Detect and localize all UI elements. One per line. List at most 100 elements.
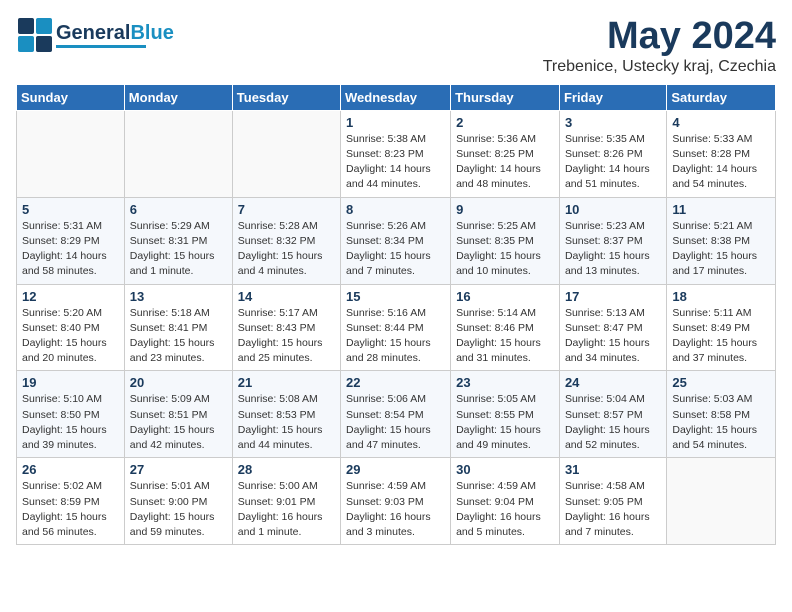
calendar-cell: 30 Sunrise: 4:59 AMSunset: 9:04 PMDayligh… — [451, 458, 560, 545]
day-info: Sunrise: 5:11 AMSunset: 8:49 PMDaylight:… — [672, 306, 770, 367]
day-number: 1 — [346, 115, 445, 130]
calendar-cell: 6Sunrise: 5:29 AMSunset: 8:31 PMDaylight… — [124, 197, 232, 284]
day-info: Sunrise: 5:28 AMSunset: 8:32 PMDaylight:… — [238, 219, 335, 280]
calendar-header-row: SundayMondayTuesdayWednesdayThursdayFrid… — [17, 84, 776, 110]
calendar-cell: 7 Sunrise: 5:28 AMSunset: 8:32 PMDaylight… — [232, 197, 340, 284]
day-info: Sunrise: 5:21 AMSunset: 8:38 PMDaylight:… — [672, 219, 770, 280]
day-info: Sunrise: 5:35 AMSunset: 8:26 PMDaylight:… — [565, 132, 661, 193]
calendar-cell: 31 Sunrise: 4:58 AMSunset: 9:05 PMDayligh… — [559, 458, 666, 545]
calendar-cell: 5 Sunrise: 5:31 AMSunset: 8:29 PMDaylight… — [17, 197, 125, 284]
day-info: Sunrise: 5:17 AMSunset: 8:43 PMDaylight:… — [238, 306, 335, 367]
day-info: Sunrise: 5:38 AMSunset: 8:23 PMDaylight:… — [346, 132, 445, 193]
day-number: 26 — [22, 462, 119, 477]
calendar-week-row: 19Sunrise: 5:10 AMSunset: 8:50 PMDayligh… — [17, 371, 776, 458]
logo-general: General — [56, 22, 130, 44]
day-number: 28 — [238, 462, 335, 477]
calendar-cell: 8 Sunrise: 5:26 AMSunset: 8:34 PMDaylight… — [341, 197, 451, 284]
day-info: Sunrise: 5:13 AMSunset: 8:47 PMDaylight:… — [565, 306, 661, 367]
logo-icon — [16, 16, 54, 54]
day-info: Sunrise: 5:23 AMSunset: 8:37 PMDaylight:… — [565, 219, 661, 280]
calendar-cell: 1 Sunrise: 5:38 AMSunset: 8:23 PMDaylight… — [341, 110, 451, 197]
day-info: Sunrise: 5:02 AMSunset: 8:59 PMDaylight:… — [22, 479, 119, 540]
day-info: Sunrise: 5:06 AMSunset: 8:54 PMDaylight:… — [346, 392, 445, 453]
day-number: 7 — [238, 202, 335, 217]
day-number: 16 — [456, 289, 554, 304]
day-info: Sunrise: 5:14 AMSunset: 8:46 PMDaylight:… — [456, 306, 554, 367]
weekday-header: Tuesday — [232, 84, 340, 110]
calendar-cell: 2Sunrise: 5:36 AMSunset: 8:25 PMDaylight… — [451, 110, 560, 197]
day-info: Sunrise: 5:33 AMSunset: 8:28 PMDaylight:… — [672, 132, 770, 193]
calendar-cell — [17, 110, 125, 197]
day-number: 31 — [565, 462, 661, 477]
day-number: 15 — [346, 289, 445, 304]
weekday-header: Saturday — [667, 84, 776, 110]
logo: GeneralBlue — [16, 16, 174, 54]
logo-blue: Blue — [130, 22, 173, 44]
calendar-cell: 11 Sunrise: 5:21 AMSunset: 8:38 PMDayligh… — [667, 197, 776, 284]
calendar-cell: 18 Sunrise: 5:11 AMSunset: 8:49 PMDayligh… — [667, 284, 776, 371]
calendar-week-row: 26 Sunrise: 5:02 AMSunset: 8:59 PMDayligh… — [17, 458, 776, 545]
calendar-week-row: 5 Sunrise: 5:31 AMSunset: 8:29 PMDaylight… — [17, 197, 776, 284]
page-header: GeneralBlue May 2024 Trebenice, Ustecky … — [16, 16, 776, 76]
day-info: Sunrise: 5:26 AMSunset: 8:34 PMDaylight:… — [346, 219, 445, 280]
calendar-cell: 24Sunrise: 5:04 AMSunset: 8:57 PMDayligh… — [559, 371, 666, 458]
calendar-cell — [667, 458, 776, 545]
day-number: 19 — [22, 375, 119, 390]
day-number: 23 — [456, 375, 554, 390]
calendar-cell: 27 Sunrise: 5:01 AMSunset: 9:00 PMDayligh… — [124, 458, 232, 545]
calendar-cell: 13 Sunrise: 5:18 AMSunset: 8:41 PMDayligh… — [124, 284, 232, 371]
day-info: Sunrise: 5:31 AMSunset: 8:29 PMDaylight:… — [22, 219, 119, 280]
day-number: 12 — [22, 289, 119, 304]
weekday-header: Monday — [124, 84, 232, 110]
calendar-week-row: 1 Sunrise: 5:38 AMSunset: 8:23 PMDaylight… — [17, 110, 776, 197]
day-info: Sunrise: 4:58 AMSunset: 9:05 PMDaylight:… — [565, 479, 661, 540]
calendar-cell: 16 Sunrise: 5:14 AMSunset: 8:46 PMDayligh… — [451, 284, 560, 371]
day-number: 20 — [130, 375, 227, 390]
calendar-cell: 12Sunrise: 5:20 AMSunset: 8:40 PMDayligh… — [17, 284, 125, 371]
day-number: 11 — [672, 202, 770, 217]
day-number: 25 — [672, 375, 770, 390]
weekday-header: Wednesday — [341, 84, 451, 110]
day-number: 21 — [238, 375, 335, 390]
calendar-cell: 4 Sunrise: 5:33 AMSunset: 8:28 PMDaylight… — [667, 110, 776, 197]
day-info: Sunrise: 5:25 AMSunset: 8:35 PMDaylight:… — [456, 219, 554, 280]
day-info: Sunrise: 5:04 AMSunset: 8:57 PMDaylight:… — [565, 392, 661, 453]
title-section: May 2024 Trebenice, Ustecky kraj, Czechi… — [543, 16, 776, 76]
calendar-cell: 21 Sunrise: 5:08 AMSunset: 8:53 PMDayligh… — [232, 371, 340, 458]
calendar-cell: 10Sunrise: 5:23 AMSunset: 8:37 PMDayligh… — [559, 197, 666, 284]
day-number: 27 — [130, 462, 227, 477]
day-number: 30 — [456, 462, 554, 477]
day-number: 14 — [238, 289, 335, 304]
calendar-cell — [124, 110, 232, 197]
calendar-cell: 22 Sunrise: 5:06 AMSunset: 8:54 PMDayligh… — [341, 371, 451, 458]
day-number: 13 — [130, 289, 227, 304]
weekday-header: Thursday — [451, 84, 560, 110]
day-info: Sunrise: 5:05 AMSunset: 8:55 PMDaylight:… — [456, 392, 554, 453]
day-number: 8 — [346, 202, 445, 217]
day-number: 5 — [22, 202, 119, 217]
calendar-cell: 17Sunrise: 5:13 AMSunset: 8:47 PMDayligh… — [559, 284, 666, 371]
day-info: Sunrise: 5:03 AMSunset: 8:58 PMDaylight:… — [672, 392, 770, 453]
calendar-cell: 20 Sunrise: 5:09 AMSunset: 8:51 PMDayligh… — [124, 371, 232, 458]
calendar-cell: 15 Sunrise: 5:16 AMSunset: 8:44 PMDayligh… — [341, 284, 451, 371]
day-info: Sunrise: 5:09 AMSunset: 8:51 PMDaylight:… — [130, 392, 227, 453]
calendar-cell: 26 Sunrise: 5:02 AMSunset: 8:59 PMDayligh… — [17, 458, 125, 545]
day-info: Sunrise: 5:01 AMSunset: 9:00 PMDaylight:… — [130, 479, 227, 540]
day-info: Sunrise: 5:08 AMSunset: 8:53 PMDaylight:… — [238, 392, 335, 453]
calendar-cell: 23 Sunrise: 5:05 AMSunset: 8:55 PMDayligh… — [451, 371, 560, 458]
day-info: Sunrise: 4:59 AMSunset: 9:03 PMDaylight:… — [346, 479, 445, 540]
calendar-table: SundayMondayTuesdayWednesdayThursdayFrid… — [16, 84, 776, 545]
weekday-header: Friday — [559, 84, 666, 110]
calendar-cell: 28Sunrise: 5:00 AMSunset: 9:01 PMDayligh… — [232, 458, 340, 545]
calendar-cell — [232, 110, 340, 197]
day-number: 2 — [456, 115, 554, 130]
day-info: Sunrise: 5:16 AMSunset: 8:44 PMDaylight:… — [346, 306, 445, 367]
day-info: Sunrise: 4:59 AMSunset: 9:04 PMDaylight:… — [456, 479, 554, 540]
day-info: Sunrise: 5:18 AMSunset: 8:41 PMDaylight:… — [130, 306, 227, 367]
calendar-cell: 14 Sunrise: 5:17 AMSunset: 8:43 PMDayligh… — [232, 284, 340, 371]
day-number: 18 — [672, 289, 770, 304]
month-year: May 2024 — [543, 16, 776, 58]
calendar-cell: 29Sunrise: 4:59 AMSunset: 9:03 PMDayligh… — [341, 458, 451, 545]
day-number: 22 — [346, 375, 445, 390]
day-number: 4 — [672, 115, 770, 130]
